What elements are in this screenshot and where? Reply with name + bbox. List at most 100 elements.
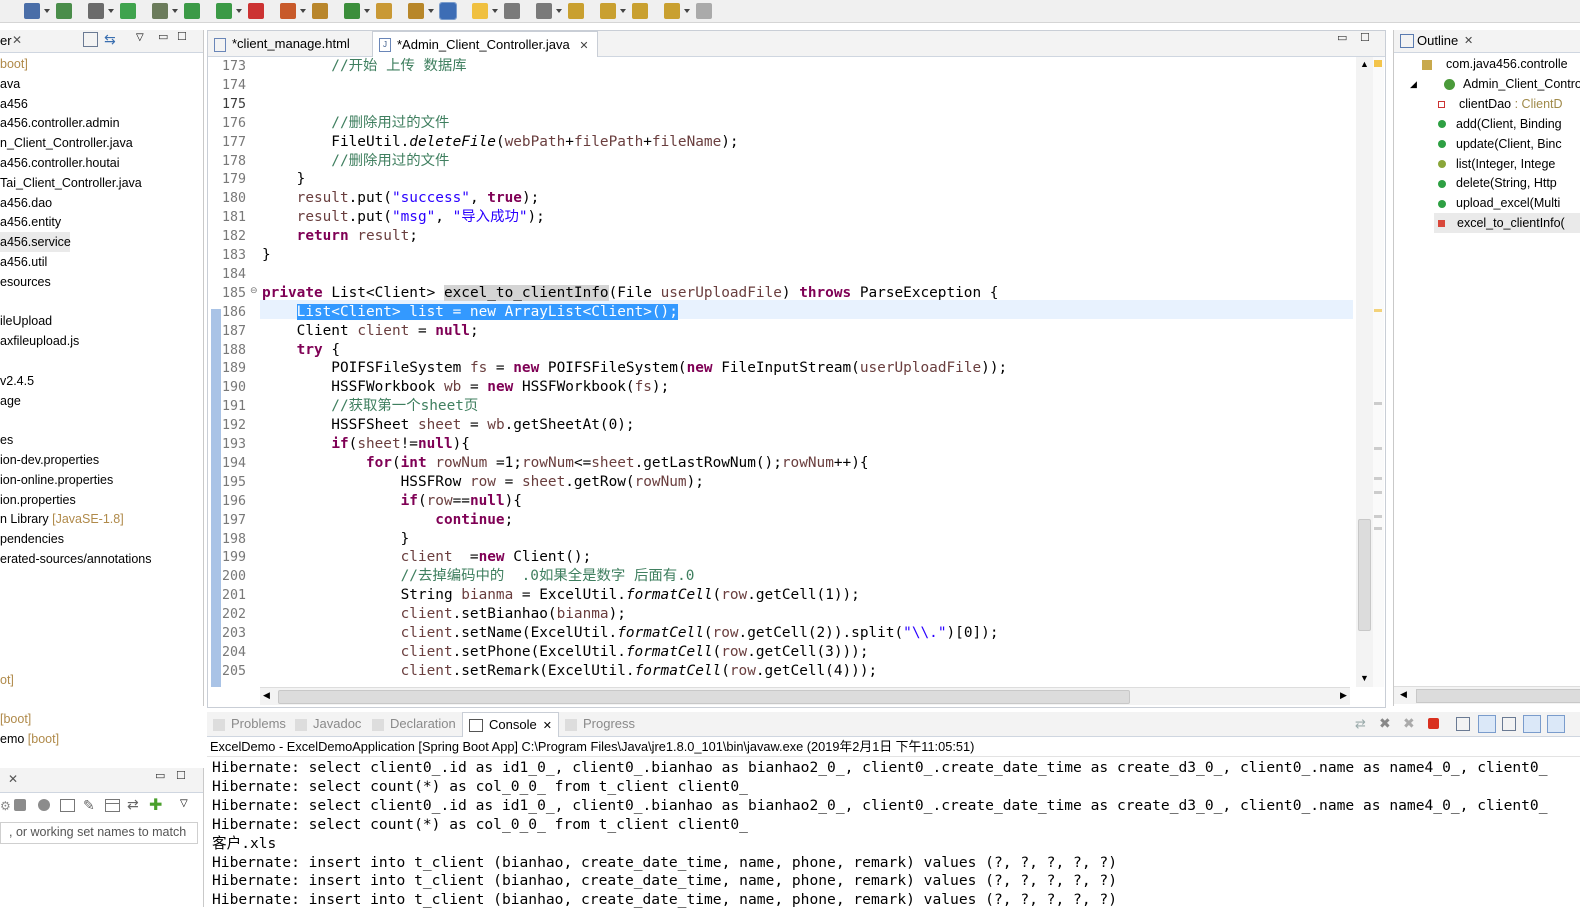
dropdown-arrow-icon[interactable] — [684, 9, 690, 13]
external-tools-icon[interactable] — [280, 3, 296, 19]
close-icon[interactable]: ✕ — [12, 33, 22, 47]
scroll-up-icon[interactable]: ▲ — [1360, 59, 1369, 69]
explorer-item[interactable]: age — [0, 391, 21, 411]
minimize-icon[interactable]: ▭ — [1337, 31, 1347, 44]
explorer-item[interactable]: boot] — [0, 54, 28, 74]
stop-icon[interactable] — [248, 3, 264, 19]
outline-item[interactable]: delete(String, Http — [1438, 173, 1557, 193]
show-console-icon[interactable] — [1523, 715, 1541, 733]
collapse-all-icon[interactable] — [83, 32, 98, 47]
run-icon[interactable] — [184, 3, 200, 19]
explorer-item[interactable]: a456.dao — [0, 193, 52, 213]
explorer-item[interactable]: a456.service — [0, 232, 71, 253]
scroll-left-icon[interactable]: ◀ — [263, 690, 270, 701]
outline-item[interactable]: update(Client, Binc — [1438, 134, 1562, 154]
explorer-item[interactable]: erated-sources/annotations — [0, 549, 151, 569]
explorer-item[interactable]: ion-dev.properties — [0, 450, 99, 470]
expand-arrow-icon[interactable]: ◢ — [1410, 74, 1417, 94]
dropdown-arrow-icon[interactable] — [108, 9, 114, 13]
scroll-lock-icon[interactable] — [1478, 715, 1496, 733]
pin-icon[interactable]: ⇄ — [1355, 716, 1366, 732]
code-line[interactable]: HSSFWorkbook wb = new HSSFWorkbook(fs); — [262, 378, 669, 397]
code-line[interactable]: continue; — [262, 511, 513, 530]
close-icon[interactable]: ✕ — [1464, 34, 1473, 47]
explorer-item[interactable]: ion-online.properties — [0, 470, 113, 490]
tab-console[interactable]: Console ✕ — [462, 712, 559, 737]
filter-icon[interactable]: ⚙ — [0, 799, 11, 813]
tab-problems[interactable]: Problems — [213, 712, 286, 736]
warning-marker[interactable] — [1374, 60, 1382, 67]
code-line[interactable]: client.setName(ExcelUtil.formatCell(row.… — [262, 624, 999, 643]
forward-icon[interactable] — [696, 3, 712, 19]
explorer-item[interactable]: ion.properties — [0, 490, 76, 510]
show-whitespace-icon[interactable] — [536, 3, 552, 19]
toggle-mark-icon[interactable] — [439, 2, 457, 20]
explorer-item[interactable]: a456.util — [0, 252, 47, 272]
table-icon[interactable] — [105, 799, 120, 812]
new-java-package-icon[interactable] — [312, 3, 328, 19]
outline-item[interactable]: upload_excel(Multi — [1438, 193, 1560, 213]
code-line[interactable]: //删除用过的文件 — [262, 152, 449, 171]
explorer-item[interactable]: Tai_Client_Controller.java — [0, 173, 142, 193]
prev-annotation-icon[interactable] — [600, 3, 616, 19]
explorer-tab-label[interactable]: er — [0, 33, 12, 48]
dropdown-arrow-icon[interactable] — [428, 9, 434, 13]
tab-javadoc[interactable]: Javadoc — [295, 712, 361, 736]
close-icon[interactable]: ✕ — [543, 720, 552, 732]
explorer-item[interactable]: n Library [JavaSE-1.8] — [0, 509, 124, 529]
debug-icon[interactable] — [152, 3, 168, 19]
vertical-scroll-thumb[interactable] — [1358, 519, 1371, 631]
explorer-item[interactable]: ot] — [0, 670, 14, 690]
dropdown-arrow-icon[interactable] — [44, 9, 50, 13]
code-line[interactable]: //获取第一个sheet页 — [262, 397, 478, 416]
explorer-item[interactable]: [boot] — [0, 709, 31, 729]
scroll-left-icon[interactable]: ◀ — [1400, 689, 1407, 700]
dropdown-arrow-icon[interactable] — [300, 9, 306, 13]
code-line[interactable]: String bianma = ExcelUtil.formatCell(row… — [262, 586, 860, 605]
code-line[interactable]: private List<Client> excel_to_clientInfo… — [262, 284, 998, 303]
remove-launch-icon[interactable]: ✖ — [1379, 715, 1391, 732]
code-line[interactable]: client.setBianhao(bianma); — [262, 605, 626, 624]
explorer-item[interactable]: pendencies — [0, 529, 64, 549]
new-class-icon[interactable] — [344, 3, 360, 19]
connect-icon[interactable]: ⇄ — [127, 796, 139, 813]
code-line[interactable]: Client client = null; — [262, 322, 479, 341]
code-line[interactable]: } — [262, 530, 410, 549]
next-annotation-icon[interactable] — [568, 3, 584, 19]
code-line[interactable]: client.setRemark(ExcelUtil.formatCell(ro… — [262, 662, 878, 681]
skip-breakpoints-icon[interactable] — [88, 3, 104, 19]
code-line[interactable]: FileUtil.deleteFile(webPath+filePath+fil… — [262, 133, 738, 152]
terminate-icon[interactable] — [1428, 718, 1439, 729]
scroll-right-icon[interactable]: ▶ — [1340, 690, 1347, 701]
open-type-icon[interactable] — [376, 3, 392, 19]
tab-client-manage-html[interactable]: *client_manage.html — [208, 31, 358, 56]
explorer-item[interactable]: a456.controller.houtai — [0, 153, 120, 173]
console-icon[interactable] — [60, 799, 75, 812]
explorer-item[interactable]: emo [boot] — [0, 729, 59, 749]
maximize-icon[interactable]: ☐ — [1360, 31, 1370, 44]
search-icon[interactable] — [408, 3, 424, 19]
code-line[interactable]: client.setPhone(ExcelUtil.formatCell(row… — [262, 643, 869, 662]
word-wrap-icon[interactable] — [1502, 717, 1516, 731]
explorer-item[interactable]: es — [0, 430, 13, 450]
explorer-item[interactable]: a456 — [0, 94, 28, 114]
refresh-icon[interactable] — [38, 799, 50, 811]
horizontal-scroll-thumb[interactable] — [278, 690, 1130, 704]
horizontal-scrollbar[interactable]: ◀ ▶ — [260, 687, 1350, 705]
stop-icon[interactable] — [14, 799, 26, 811]
dropdown-arrow-icon[interactable] — [172, 9, 178, 13]
outline-horizontal-scrollbar[interactable]: ◀ — [1394, 686, 1580, 704]
code-line[interactable]: client =new Client(); — [262, 548, 592, 567]
link-with-editor-icon[interactable]: ⇆ — [104, 31, 116, 48]
code-line[interactable]: try { — [262, 341, 340, 360]
outline-item[interactable]: com.java456.controlle — [1422, 54, 1568, 74]
minimize-icon[interactable]: ▭ — [158, 30, 168, 43]
last-edit-icon[interactable] — [632, 3, 648, 19]
code-line[interactable]: POIFSFileSystem fs = new POIFSFileSystem… — [262, 359, 1007, 378]
code-line[interactable]: //开始 上传 数据库 — [262, 57, 466, 76]
maximize-icon[interactable]: ☐ — [177, 30, 187, 43]
code-line[interactable]: for(int rowNum =1;rowNum<=sheet.getLastR… — [262, 454, 869, 473]
explorer-item[interactable]: axfileupload.js — [0, 331, 79, 351]
outline-item[interactable]: add(Client, Binding — [1438, 114, 1562, 134]
coverage-icon[interactable] — [216, 3, 232, 19]
